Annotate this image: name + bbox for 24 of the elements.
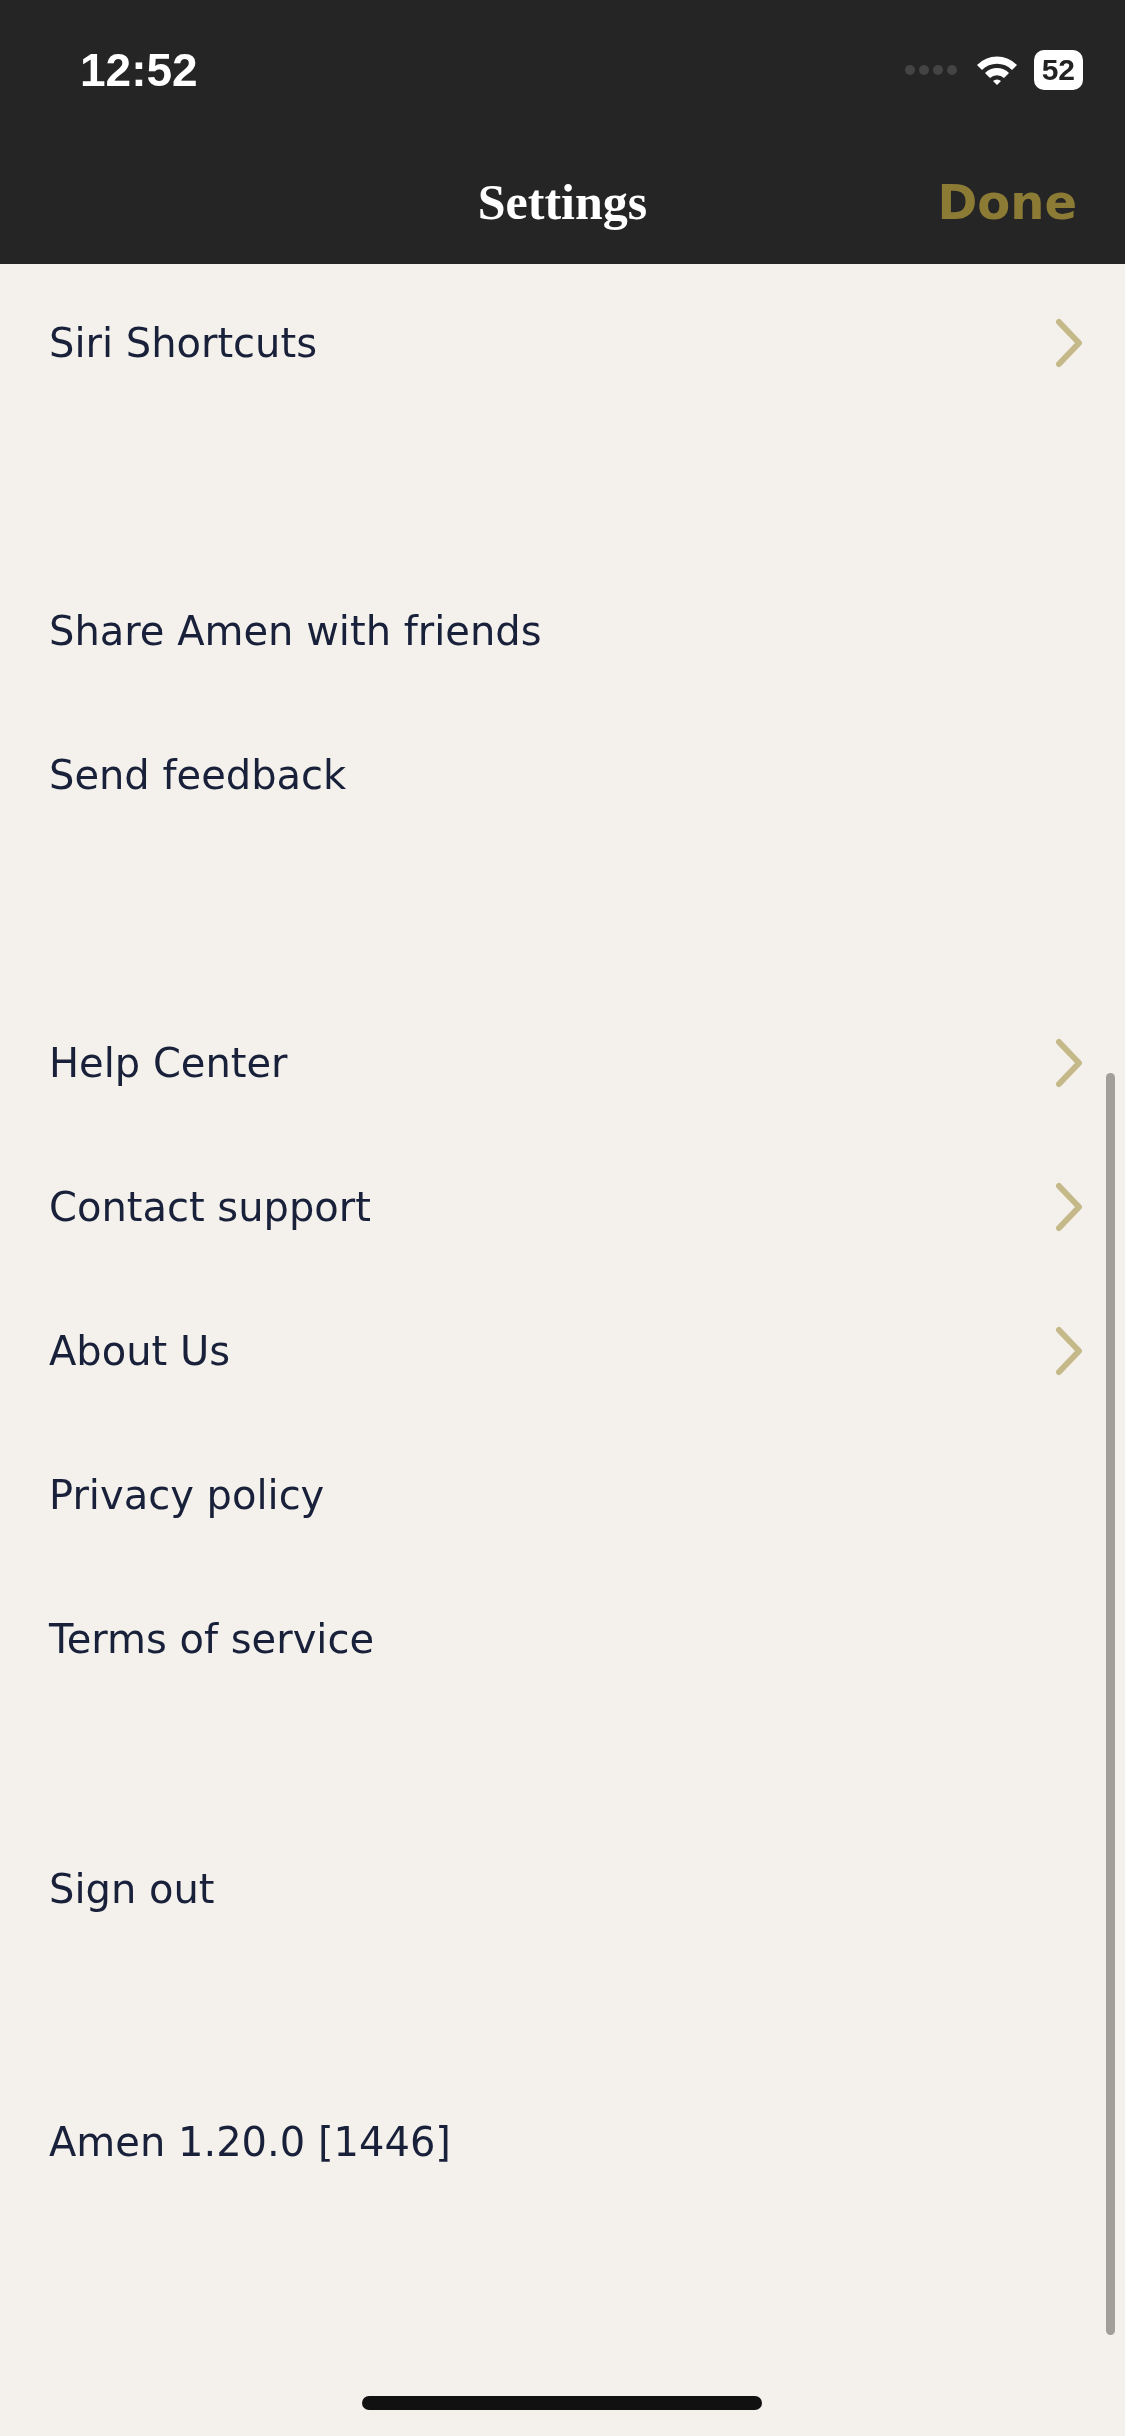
settings-row[interactable]: Terms of service — [0, 1567, 1125, 1711]
screen-title: Settings — [477, 173, 648, 231]
status-time: 12:52 — [80, 43, 198, 97]
settings-row[interactable]: Amen 1.20.0 [1446] — [0, 2070, 1125, 2214]
row-label: Share Amen with friends — [49, 608, 542, 654]
row-label: Contact support — [49, 1184, 371, 1230]
battery-level: 52 — [1033, 50, 1083, 90]
row-label: Send feedback — [49, 752, 347, 798]
settings-row[interactable]: Sign out — [0, 1817, 1125, 1961]
row-label: Amen 1.20.0 [1446] — [49, 2119, 451, 2165]
settings-row[interactable]: Share Amen with friends — [0, 559, 1125, 703]
row-label: Siri Shortcuts — [49, 320, 317, 366]
row-label: Sign out — [49, 1866, 215, 1912]
settings-row[interactable]: Siri Shortcuts — [0, 271, 1125, 415]
done-button[interactable]: Done — [937, 174, 1077, 230]
settings-row[interactable]: Help Center — [0, 991, 1125, 1135]
row-label: About Us — [49, 1328, 231, 1374]
row-label: Help Center — [49, 1040, 288, 1086]
settings-row[interactable]: Send feedback — [0, 703, 1125, 847]
row-label: Privacy policy — [49, 1472, 325, 1518]
settings-row[interactable]: About Us — [0, 1279, 1125, 1423]
settings-row[interactable]: Contact support — [0, 1135, 1125, 1279]
row-label: Terms of service — [49, 1616, 375, 1662]
settings-row[interactable]: Privacy policy — [0, 1423, 1125, 1567]
